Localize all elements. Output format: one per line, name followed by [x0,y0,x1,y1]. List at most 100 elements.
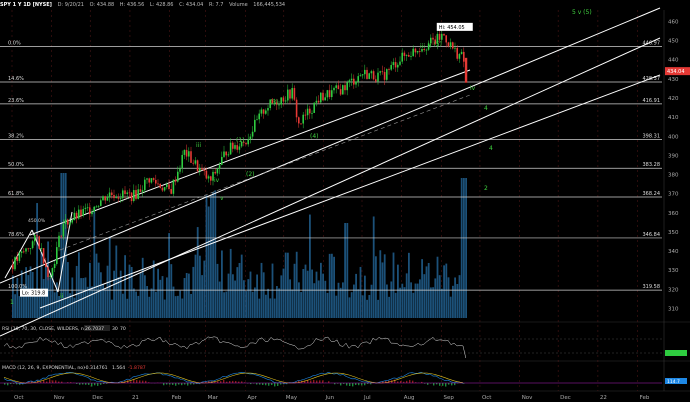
volume-bar [280,275,283,318]
volume-bar [159,279,162,318]
candle-body [449,42,452,47]
macd-histogram-bar [49,379,51,383]
volume-bar [141,257,144,318]
macd-histogram-bar [274,383,276,387]
macd-histogram-bar [187,383,189,386]
volume-bar [339,287,342,318]
candle-body [438,33,441,40]
candle-body [16,257,18,261]
candle-body [218,164,221,169]
volume-bar [249,271,252,318]
volume-bar [375,256,377,318]
macd-histogram-bar [271,383,273,386]
volume-bar [309,214,311,318]
volume-bar [328,253,331,318]
volume-bar [434,278,437,318]
volume-bar [408,252,410,318]
y-tick-label: 320 [668,287,679,293]
volume-bar [372,216,375,318]
macd-diff: -1.8787 [128,365,146,371]
y-tick-label: 330 [668,268,679,274]
candle-body [64,219,67,224]
candle-body [141,190,144,192]
candle-body [205,170,208,179]
wave-label: 5 v (5) [572,9,592,16]
volume-bar [157,268,159,318]
candle-body [122,190,124,199]
volume-bar [456,284,459,318]
y-tick-label: 460 [668,19,679,25]
candle-body [188,151,190,157]
y-tick-label: 410 [668,115,679,121]
volume-bar [199,255,201,318]
volume-bar [210,194,212,318]
macd-histogram-bar [352,383,354,387]
y-tick-label: 420 [668,96,679,102]
candle-body [408,55,410,57]
candle-body [359,75,362,77]
candle-body [185,149,188,157]
volume-bar [163,299,166,318]
candle-body [221,156,223,165]
low-tag: Lo: 319.8 [22,291,45,297]
price-chart[interactable]: Oct Nov Dec 21 Feb Mar Apr May Jun Jul Aug Sep Oct No… [0,0,690,402]
volume-bar [229,248,232,318]
wave-label: ii [60,293,64,300]
candle-body [289,89,291,99]
volume-bar [392,252,395,318]
candle-body [216,168,219,174]
candle-body [62,223,65,237]
y-tick-label: 430 [668,77,679,83]
volume-bar [111,299,113,318]
candle-body [322,92,324,101]
volume-bar [95,253,98,318]
volume-bar [150,288,153,318]
volume-bar [93,207,96,318]
y-tick-label: 450 [668,39,679,45]
macd-histogram-bar [358,383,360,386]
volume-bar [238,263,241,318]
volume-bar [262,272,265,318]
candle-body [82,209,84,216]
candle-body [78,209,80,219]
candle-body [403,52,406,56]
macd-histogram-bar [142,380,144,383]
wave-label: 4 [484,105,488,112]
candle-body [306,108,309,116]
candle-body [223,151,225,157]
candle-body [25,248,27,252]
macd-histogram-bar [268,383,270,386]
volume-bar [443,265,445,318]
volume-bar [124,255,126,318]
candle-body [445,35,447,43]
volume-bar [86,286,89,318]
volume-bar [458,275,461,318]
volume-bar [212,192,214,318]
fib-price-label: 346.84 [643,232,661,238]
x-tick-label: Jun [325,395,335,401]
volume-bar [115,245,118,318]
volume-bar [245,291,247,318]
volume-bar [419,279,421,318]
candle-body [302,114,304,124]
volume-bar [399,287,401,318]
volume-bar [366,299,368,318]
candle-body [27,248,29,250]
candle-body [258,113,260,120]
volume-bar [403,287,406,318]
volume-bar [410,282,412,318]
candle-body [311,112,313,114]
macd-histogram-bar [145,380,147,383]
volume-bar [188,273,190,318]
candle-body [155,179,157,184]
candle-body [102,196,104,201]
y-tick-label: 380 [668,173,679,179]
candle-body [416,50,419,53]
fib-percent-label: 50.0% [8,162,24,168]
volume-bar [223,292,225,318]
volume-bar [166,277,168,318]
candle-body [181,154,183,169]
candle-body [366,69,368,79]
volume-bar [139,273,142,318]
candle-body [56,247,58,264]
